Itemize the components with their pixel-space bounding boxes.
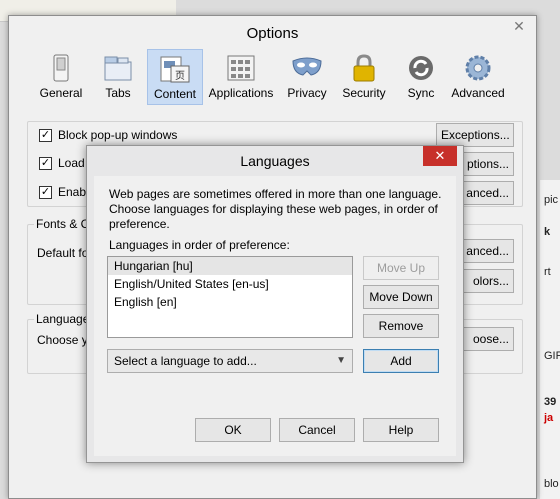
options-close-button[interactable]: ✕ (509, 19, 529, 35)
languages-list-label: Languages in order of preference: (109, 238, 290, 252)
tab-applications[interactable]: Applications (204, 49, 278, 105)
tab-advanced[interactable]: Advanced (450, 49, 506, 105)
languages-group-label: Language (34, 312, 92, 326)
help-button[interactable]: Help (363, 418, 439, 442)
lock-icon (353, 54, 375, 82)
mask-icon (292, 57, 322, 76)
dialog-close-button[interactable]: ✕ (423, 146, 457, 166)
bg-text: 39 (544, 396, 557, 408)
popup-exceptions-button[interactable]: Exceptions... (436, 123, 514, 147)
move-up-button[interactable]: Move Up (363, 256, 439, 280)
ok-button[interactable]: OK (195, 418, 271, 442)
tab-sync[interactable]: Sync (393, 49, 449, 105)
options-title: Options (246, 25, 299, 42)
switch-icon (53, 54, 69, 82)
languages-dialog: Languages ✕ Web pages are sometimes offe… (86, 145, 464, 463)
load-images-row[interactable]: ✓ Load (39, 154, 85, 172)
tab-general[interactable]: General (33, 49, 89, 105)
content-icon: 页 (160, 56, 190, 83)
gear-icon (465, 55, 491, 81)
remove-button[interactable]: Remove (363, 314, 439, 338)
tabs-icon (104, 56, 132, 81)
tab-label: Advanced (451, 86, 505, 100)
tab-label: Sync (407, 86, 435, 100)
load-images-label: Load (58, 156, 85, 170)
move-down-button[interactable]: Move Down (363, 285, 439, 309)
block-popups-row[interactable]: ✓ Block pop-up windows (39, 126, 177, 144)
dialog-description: Web pages are sometimes offered in more … (109, 187, 442, 231)
svg-text:页: 页 (175, 70, 185, 82)
options-toolbar: General Tabs 页 Content Applications Priv… (33, 49, 507, 105)
bg-text: pic (544, 194, 559, 206)
tab-label: Content (153, 87, 197, 101)
tab-label: Applications (208, 86, 274, 100)
language-select-value: Select a language to add... (114, 354, 257, 368)
sync-icon (409, 56, 433, 80)
block-popups-label: Block pop-up windows (58, 128, 178, 142)
dialog-title: Languages (240, 153, 310, 169)
tab-privacy[interactable]: Privacy (279, 49, 335, 105)
tab-label: Privacy (287, 86, 327, 100)
enable-js-label: Enabl (58, 185, 89, 199)
dialog-titlebar: Languages ✕ (87, 146, 463, 176)
list-item[interactable]: English [en] (108, 293, 352, 311)
tab-tabs[interactable]: Tabs (90, 49, 146, 105)
language-select[interactable]: Select a language to add... ▼ (107, 349, 353, 373)
tab-security[interactable]: Security (336, 49, 392, 105)
list-item[interactable]: English/United States [en-us] (108, 275, 352, 293)
fonts-group-label: Fonts & C (34, 217, 92, 231)
tab-content[interactable]: 页 Content (147, 49, 203, 105)
chevron-down-icon: ▼ (336, 355, 346, 366)
add-button[interactable]: Add (363, 349, 439, 373)
applications-icon (227, 55, 255, 81)
block-popups-checkbox[interactable]: ✓ (39, 128, 52, 142)
list-item[interactable]: Hungarian [hu] (108, 257, 352, 275)
tab-label: Tabs (105, 86, 131, 100)
dialog-body: Web pages are sometimes offered in more … (94, 176, 456, 456)
bg-text: k (544, 226, 551, 238)
cancel-button[interactable]: Cancel (279, 418, 355, 442)
tab-label: General (39, 86, 83, 100)
bg-text: ja (544, 412, 554, 424)
bg-text: blo (544, 478, 559, 490)
enable-js-row[interactable]: ✓ Enabl (39, 183, 89, 201)
default-font-label: Default fo (37, 246, 89, 260)
tab-label: Security (342, 86, 386, 100)
background-page-fragment: pic k rt GIF 39 ja blo (540, 180, 560, 499)
languages-list[interactable]: Hungarian [hu] English/United States [en… (107, 256, 353, 338)
load-images-checkbox[interactable]: ✓ (39, 156, 52, 170)
enable-js-checkbox[interactable]: ✓ (39, 185, 52, 199)
bg-text: GIF (544, 350, 560, 362)
bg-text: rt (544, 266, 551, 278)
